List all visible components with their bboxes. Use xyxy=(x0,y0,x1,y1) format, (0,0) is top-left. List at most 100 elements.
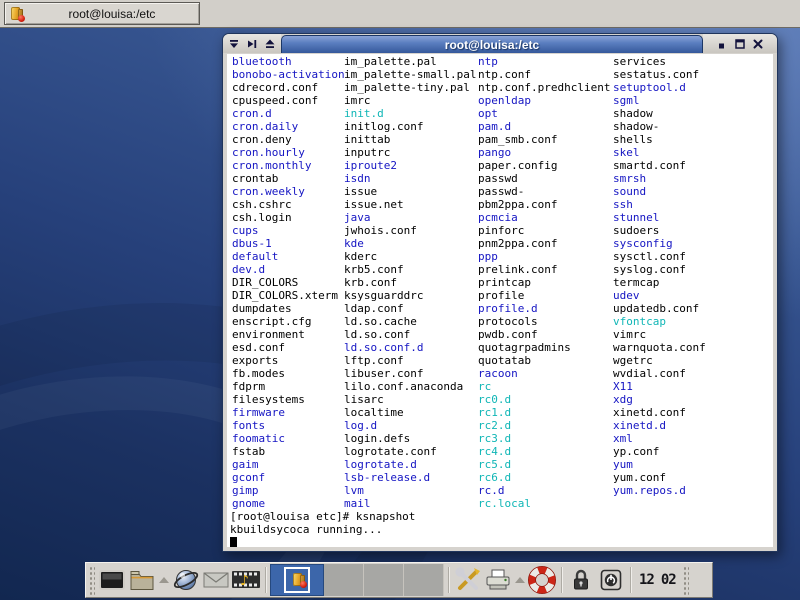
file-entry: pam.d xyxy=(478,120,610,133)
file-entry: foomatic xyxy=(232,432,345,445)
file-entry: cron.daily xyxy=(232,120,345,133)
file-entry: lilo.conf.anaconda xyxy=(344,380,476,393)
logout-icon[interactable] xyxy=(596,564,626,596)
file-entry: gconf xyxy=(232,471,345,484)
svg-text:♪: ♪ xyxy=(240,573,249,589)
file-entry: rc4.d xyxy=(478,445,610,458)
file-entry: rc.local xyxy=(478,497,610,510)
file-entry: profile xyxy=(478,289,610,302)
file-entry: shadow xyxy=(613,107,706,120)
taskbar-empty-slot xyxy=(324,564,364,596)
multimedia-icon[interactable]: ♪ xyxy=(231,564,261,596)
file-entry: initlog.conf xyxy=(344,120,476,133)
titlebar-left-buttons xyxy=(223,34,281,53)
file-entry: issue xyxy=(344,185,476,198)
file-entry: lftp.conf xyxy=(344,354,476,367)
file-entry: iproute2 xyxy=(344,159,476,172)
file-entry: X11 xyxy=(613,380,706,393)
file-entry: libuser.conf xyxy=(344,367,476,380)
window-titlebar[interactable]: root@louisa:/etc xyxy=(223,34,777,53)
file-entry: ntp.conf xyxy=(478,68,610,81)
file-entry: init.d xyxy=(344,107,476,120)
taskbar-task-button[interactable]: root@louisa:/etc xyxy=(4,2,200,25)
maximize-icon[interactable] xyxy=(732,36,748,51)
terminal-cursor-line xyxy=(230,536,773,547)
file-entry: gnome xyxy=(232,497,345,510)
file-entry: lvm xyxy=(344,484,476,497)
file-entry: rc2.d xyxy=(478,419,610,432)
file-entry: inittab xyxy=(344,133,476,146)
listing-column-2: im_palette.palim_palette-small.palim_pal… xyxy=(344,55,476,510)
file-entry: cups xyxy=(232,224,345,237)
file-entry: exports xyxy=(232,354,345,367)
popup-arrow-icon[interactable] xyxy=(159,577,169,583)
file-entry: vfontcap xyxy=(613,315,706,328)
file-entry: fstab xyxy=(232,445,345,458)
clock-hours: 12 xyxy=(639,572,654,588)
file-entry: cron.d xyxy=(232,107,345,120)
file-entry: fonts xyxy=(232,419,345,432)
file-entry: DIR_COLORS.xterm xyxy=(232,289,345,302)
terminal-window: root@louisa:/etc bluetoothbonobo-activat… xyxy=(222,33,778,552)
panel-separator xyxy=(561,567,562,593)
home-folder-icon[interactable] xyxy=(127,564,157,596)
taskbar-active-task[interactable] xyxy=(270,564,324,596)
panel-clock[interactable]: 12 02 xyxy=(639,572,676,588)
file-entry: passwd xyxy=(478,172,610,185)
file-entry: jwhois.conf xyxy=(344,224,476,237)
file-entry: rc6.d xyxy=(478,471,610,484)
panel-separator xyxy=(265,567,266,593)
file-entry: logrotate.conf xyxy=(344,445,476,458)
file-entry: xdg xyxy=(613,393,706,406)
shade-icon[interactable] xyxy=(262,36,278,51)
minimize-icon[interactable] xyxy=(714,36,730,51)
file-entry: rc3.d xyxy=(478,432,610,445)
file-entry: shells xyxy=(613,133,706,146)
tools-icon[interactable] xyxy=(453,564,483,596)
menu-icon[interactable] xyxy=(226,36,242,51)
close-icon[interactable] xyxy=(750,36,766,51)
file-entry: bonobo-activation xyxy=(232,68,345,81)
file-entry: pango xyxy=(478,146,610,159)
titlebar-right-buttons xyxy=(703,34,777,53)
file-entry: kde xyxy=(344,237,476,250)
window-frame: bluetoothbonobo-activationcdrecord.confc… xyxy=(223,53,777,551)
file-entry: lisarc xyxy=(344,393,476,406)
file-entry: printcap xyxy=(478,276,610,289)
file-entry: services xyxy=(613,55,706,68)
panel-handle[interactable] xyxy=(682,565,689,595)
show-desktop-icon[interactable] xyxy=(97,564,127,596)
terminal-screen[interactable]: bluetoothbonobo-activationcdrecord.confc… xyxy=(227,54,773,547)
panel-handle[interactable] xyxy=(88,565,95,595)
file-entry: xinetd.d xyxy=(613,419,706,432)
panel-separator xyxy=(448,567,449,593)
web-browser-icon[interactable] xyxy=(171,564,201,596)
file-entry: sestatus.conf xyxy=(613,68,706,81)
file-entry: quotagrpadmins xyxy=(478,341,610,354)
popup-arrow-icon[interactable] xyxy=(515,577,525,583)
file-entry: ld.so.conf.d xyxy=(344,341,476,354)
kicker-panel: ♪ xyxy=(85,562,713,598)
sticky-icon[interactable] xyxy=(244,36,260,51)
file-entry: environment xyxy=(232,328,345,341)
titlebar-drag-area[interactable]: root@louisa:/etc xyxy=(281,35,703,53)
file-entry: xinetd.conf xyxy=(613,406,706,419)
file-entry: udev xyxy=(613,289,706,302)
file-entry: im_palette-small.pal xyxy=(344,68,476,81)
file-entry: pbm2ppa.conf xyxy=(478,198,610,211)
file-entry: fdprm xyxy=(232,380,345,393)
help-lifering-icon[interactable] xyxy=(527,564,557,596)
file-entry: filesystems xyxy=(232,393,345,406)
file-entry: rc0.d xyxy=(478,393,610,406)
file-entry: sound xyxy=(613,185,706,198)
lock-icon[interactable] xyxy=(566,564,596,596)
printer-icon[interactable] xyxy=(483,564,513,596)
taskbar-empty-slot xyxy=(364,564,404,596)
file-entry: ppp xyxy=(478,250,610,263)
mail-icon[interactable] xyxy=(201,564,231,596)
file-entry: pam_smb.conf xyxy=(478,133,610,146)
file-entry: sgml xyxy=(613,94,706,107)
file-entry: lsb-release.d xyxy=(344,471,476,484)
file-entry: protocols xyxy=(478,315,610,328)
file-entry: cpuspeed.conf xyxy=(232,94,345,107)
